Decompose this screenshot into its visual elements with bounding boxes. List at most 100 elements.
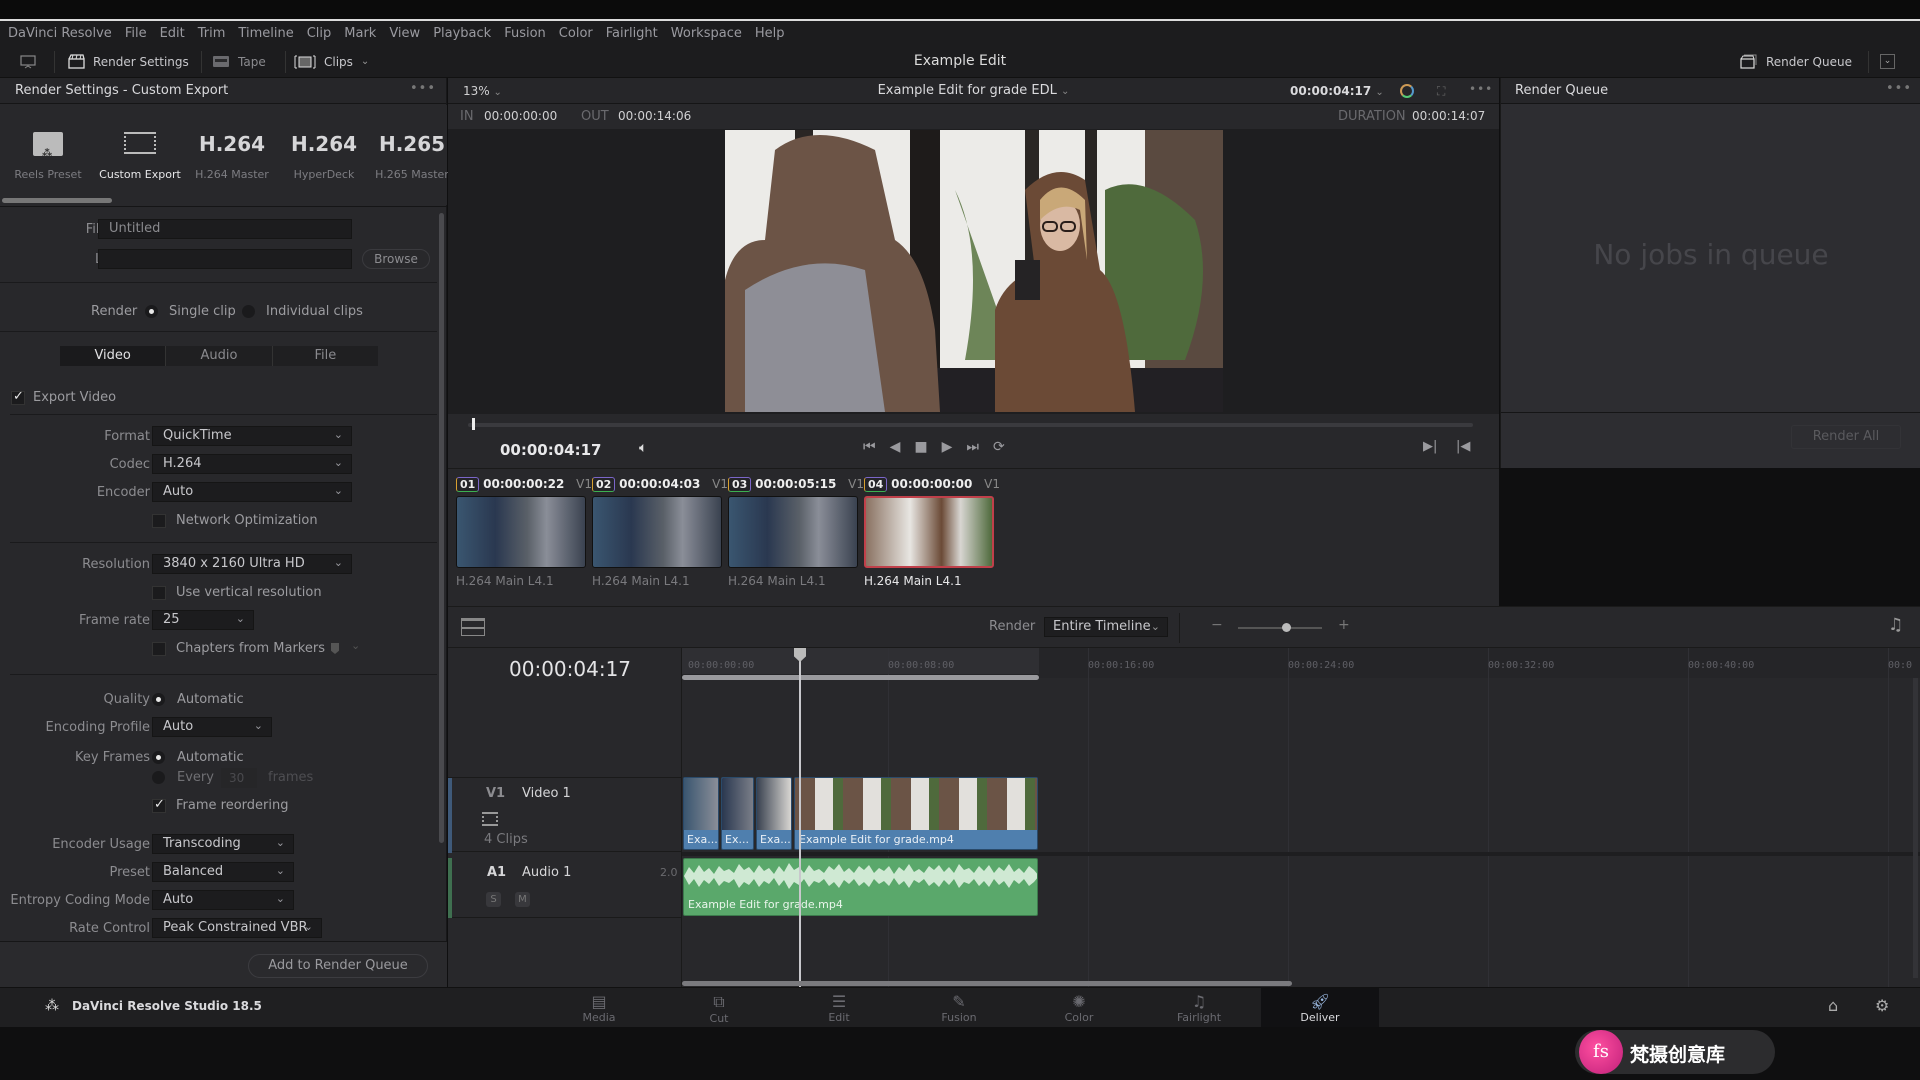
menu-fairlight[interactable]: Fairlight: [606, 26, 658, 41]
zoom-slider[interactable]: [1238, 627, 1322, 629]
key-frames-automatic-radio[interactable]: [152, 751, 165, 764]
monitor-toggle-button[interactable]: [20, 45, 36, 78]
video-preview[interactable]: [725, 130, 1223, 412]
more-options-icon[interactable]: •••: [410, 76, 436, 102]
audio-meter-icon[interactable]: ♫: [1888, 615, 1903, 635]
tab-video[interactable]: Video: [60, 346, 167, 366]
next-clip-icon[interactable]: ▶︎|: [1423, 439, 1437, 454]
menu-mark[interactable]: Mark: [344, 26, 376, 41]
preset-scrollbar[interactable]: [2, 198, 112, 203]
export-video-checkbox[interactable]: [11, 389, 25, 405]
more-options-icon[interactable]: •••: [1469, 76, 1493, 102]
expand-button[interactable]: ⌄: [1880, 45, 1895, 78]
volume-icon[interactable]: 🔈︎: [639, 440, 647, 456]
preset-h264-master[interactable]: H.264 H.264 Master: [186, 128, 278, 181]
menu-view[interactable]: View: [389, 26, 420, 41]
loop-icon[interactable]: ⟳: [993, 439, 1005, 455]
preset-custom-export[interactable]: Custom Export: [94, 128, 186, 181]
menu-clip[interactable]: Clip: [307, 26, 332, 41]
timecode-select[interactable]: 00:00:04:17 ⌄: [1290, 78, 1384, 106]
home-icon[interactable]: ⌂: [1828, 996, 1838, 1015]
render-queue-toggle[interactable]: Render Queue: [1740, 45, 1852, 78]
solo-button[interactable]: S: [486, 892, 501, 907]
fullscreen-icon[interactable]: ⛶: [1437, 78, 1445, 104]
vertical-resolution-checkbox[interactable]: [152, 586, 166, 600]
settings-gear-icon[interactable]: ⚙: [1875, 996, 1889, 1015]
play-icon[interactable]: ▶︎: [942, 439, 953, 455]
menu-fusion[interactable]: Fusion: [504, 26, 546, 41]
frame-rate-select[interactable]: 25 ⌄: [152, 610, 254, 630]
page-cut[interactable]: ⧉ Cut: [660, 988, 778, 1028]
single-clip-radio[interactable]: [145, 305, 158, 318]
viewer-scrubber[interactable]: [468, 423, 1473, 427]
menu-help[interactable]: Help: [755, 26, 785, 41]
menu-trim[interactable]: Trim: [198, 26, 226, 41]
film-strip-icon[interactable]: [482, 812, 498, 826]
mute-button[interactable]: M: [515, 892, 530, 907]
audio-clip[interactable]: Example Edit for grade.mp4: [683, 858, 1038, 916]
go-to-start-icon[interactable]: ⏮︎: [863, 439, 876, 455]
location-input[interactable]: [98, 249, 352, 269]
zoom-slider-handle[interactable]: [1282, 623, 1291, 632]
codec-select[interactable]: H.264 ⌄: [152, 454, 352, 474]
browse-button[interactable]: Browse: [362, 249, 430, 269]
menu-edit[interactable]: Edit: [160, 26, 185, 41]
resolution-select[interactable]: 3840 x 2160 Ultra HD ⌄: [152, 554, 352, 574]
menu-davinci[interactable]: DaVinci Resolve: [8, 26, 112, 41]
go-to-end-icon[interactable]: ⏭︎: [966, 439, 979, 455]
zoom-out-icon[interactable]: −: [1211, 617, 1223, 633]
quality-automatic-radio[interactable]: [152, 693, 165, 706]
menu-color[interactable]: Color: [559, 26, 593, 41]
format-select[interactable]: QuickTime ⌄: [152, 426, 352, 446]
key-frames-every-input[interactable]: 30: [221, 768, 257, 788]
clip-card-selected[interactable]: 04 00:00:00:00 V1 H.264 Main L4.1: [864, 477, 1000, 588]
video-clip[interactable]: Exa...: [683, 777, 719, 850]
scrubber-playhead[interactable]: [472, 418, 475, 430]
page-edit[interactable]: ☰ Edit: [780, 988, 898, 1028]
timeline-h-scrollbar[interactable]: [682, 981, 1292, 986]
more-options-icon[interactable]: •••: [1886, 76, 1912, 102]
menu-file[interactable]: File: [125, 26, 147, 41]
in-out-range-bar[interactable]: [682, 675, 1039, 680]
video-clip[interactable]: Exa...: [756, 777, 792, 850]
zoom-in-icon[interactable]: +: [1338, 617, 1350, 633]
menu-playback[interactable]: Playback: [433, 26, 491, 41]
menu-timeline[interactable]: Timeline: [238, 26, 293, 41]
clip-card[interactable]: 03 00:00:05:15 V1 H.264 Main L4.1: [728, 477, 864, 588]
step-back-icon[interactable]: ◀︎: [890, 439, 901, 455]
tab-audio[interactable]: Audio: [166, 346, 273, 366]
previous-clip-icon[interactable]: |◀︎: [1456, 439, 1470, 454]
key-frames-every-radio[interactable]: [152, 771, 165, 784]
individual-clips-radio[interactable]: [242, 305, 255, 318]
file-name-input[interactable]: Untitled: [98, 219, 352, 239]
chevron-down-icon[interactable]: ⌄: [351, 639, 360, 652]
render-range-select[interactable]: Entire Timeline ⌄: [1044, 617, 1168, 637]
encoder-select[interactable]: Auto ⌄: [152, 482, 352, 502]
marker-icon[interactable]: [331, 643, 339, 654]
page-fusion[interactable]: ✎ Fusion: [900, 988, 1018, 1028]
page-color[interactable]: ✺ Color: [1020, 988, 1138, 1028]
page-deliver[interactable]: 🚀︎ Deliver: [1261, 988, 1379, 1028]
timeline-playhead[interactable]: [799, 648, 801, 987]
add-to-render-queue-button[interactable]: Add to Render Queue: [248, 954, 428, 978]
tab-file[interactable]: File: [273, 346, 378, 366]
timeline-view-icon[interactable]: [461, 618, 485, 636]
render-settings-button[interactable]: Render Settings: [68, 45, 189, 78]
tape-button[interactable]: Tape: [212, 45, 266, 78]
video-clip[interactable]: Example Edit for grade.mp4: [794, 777, 1038, 850]
timeline-v-scrollbar[interactable]: [1913, 678, 1918, 978]
network-optimization-checkbox[interactable]: [152, 514, 166, 528]
chapters-checkbox[interactable]: [152, 642, 166, 656]
clips-button[interactable]: Clips ⌄: [294, 45, 369, 78]
preset-hyperdeck[interactable]: H.264 HyperDeck: [278, 128, 370, 181]
page-media[interactable]: ▤ Media: [540, 988, 658, 1028]
page-fairlight[interactable]: ♫ Fairlight: [1140, 988, 1258, 1028]
preset-h265-master[interactable]: H.265 H.265 Master: [366, 128, 458, 181]
color-wheel-icon[interactable]: [1400, 84, 1414, 98]
stop-icon[interactable]: ■: [914, 439, 927, 455]
clip-card[interactable]: 01 00:00:00:22 V1 H.264 Main L4.1: [456, 477, 592, 588]
preset-reels[interactable]: ⁂ Reels Preset: [2, 128, 94, 181]
render-all-button[interactable]: Render All: [1791, 425, 1901, 449]
video-clip[interactable]: Ex...: [721, 777, 754, 850]
menu-workspace[interactable]: Workspace: [671, 26, 742, 41]
